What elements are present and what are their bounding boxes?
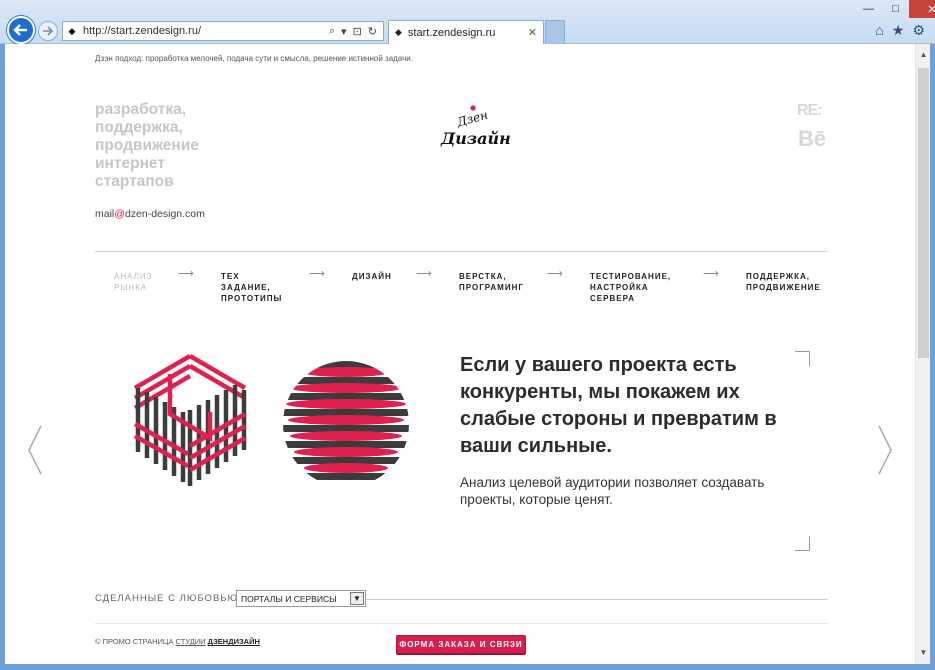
favorites-star-icon[interactable]: ★ <box>892 22 905 39</box>
chevron-down-icon[interactable]: ▼ <box>350 592 364 605</box>
step-label: СЕРВЕРА <box>590 294 635 303</box>
step-label: ПРОГРАМИНГ <box>459 283 524 292</box>
slide-subheading: Анализ целевой аудитории позволяет созда… <box>460 475 765 507</box>
back-button[interactable] <box>7 16 35 44</box>
slide-illustration <box>130 352 410 497</box>
step-label: АНАЛИЗ <box>114 272 153 281</box>
home-icon[interactable]: ⌂ <box>875 22 883 39</box>
process-step[interactable]: ПОДДЕРЖКА, ПРОДВИЖЕНИЕ <box>746 271 866 293</box>
divider <box>95 623 828 624</box>
striped-sphere-icon <box>283 361 409 487</box>
order-form-button[interactable]: ФОРМА ЗАКАЗА И СВЯЗИ <box>396 635 526 654</box>
process-step[interactable]: ТЕСТИРОВАНИЕ, НАСТРОЙКА СЕРВЕРА <box>590 271 710 304</box>
step-arrow-icon: ⟶ <box>178 268 194 280</box>
browser-chrome: ◆ http://start.zendesign.ru/ ⌕ ▾ ⊡ ↻ ◆ s… <box>0 0 935 44</box>
window-frame <box>0 664 935 670</box>
scroll-thumb[interactable] <box>918 68 929 358</box>
site-logo[interactable]: Дзен Дизайн <box>437 102 517 157</box>
slider-next-button[interactable] <box>877 424 893 481</box>
arrow-right-icon <box>43 26 54 36</box>
address-url[interactable]: http://start.zendesign.ru/ <box>79 25 329 37</box>
hero-line: интернет <box>95 155 165 172</box>
divider <box>366 599 828 600</box>
tab-close-icon[interactable]: ✕ <box>528 26 543 39</box>
arrow-left-icon <box>13 24 27 36</box>
slide-heading: Если у вашего проекта есть конкуренты, м… <box>460 354 777 457</box>
chevron-right-icon <box>878 425 892 475</box>
step-label: ПРОДВИЖЕНИЕ <box>746 283 821 292</box>
footer-prefix: © ПРОМО СТРАНИЦА <box>95 637 176 646</box>
slider-prev-button[interactable] <box>27 424 43 481</box>
compat-view-icon[interactable]: ⊡ <box>353 25 362 38</box>
behance-icon[interactable]: Bē <box>798 126 826 152</box>
toolbar-icons: ⌂ ★ ⚙ <box>875 22 925 39</box>
hero-line: поддержка, <box>95 119 183 136</box>
step-label: ПРОТОТИПЫ <box>221 294 283 303</box>
logo-text-bottom: Дизайн <box>440 129 511 148</box>
email-domain: dzen-design.com <box>124 208 205 220</box>
hero-line: разработка, <box>95 101 187 118</box>
tab-title: start.zendesign.ru <box>407 26 496 39</box>
brand-link[interactable]: ДЗЕНДИЗАЙН <box>208 637 260 646</box>
step-arrow-icon: ⟶ <box>547 268 563 280</box>
refresh-icon[interactable]: ↻ <box>368 25 377 38</box>
scroll-down-icon[interactable]: ▼ <box>916 646 931 660</box>
striped-cube-icon <box>133 354 247 486</box>
process-step[interactable]: ДИЗАЙН <box>352 271 472 282</box>
logo-text-top: Дзен <box>455 108 490 130</box>
scroll-up-icon[interactable]: ▲ <box>916 48 931 62</box>
vertical-scrollbar[interactable]: ▲ ▼ <box>915 44 930 664</box>
select-value: ПОРТАЛЫ И СЕРВИСЫ <box>241 593 337 604</box>
site-shield-icon: ◆ <box>68 25 76 36</box>
hero-line: продвижение <box>95 137 199 154</box>
step-label: ПОДДЕРЖКА, <box>746 272 810 281</box>
email-at: @ <box>114 208 125 220</box>
step-arrow-icon: ⟶ <box>309 268 325 280</box>
chevron-left-icon <box>28 425 42 475</box>
gear-icon[interactable]: ⚙ <box>912 22 925 39</box>
address-bar[interactable]: ◆ http://start.zendesign.ru/ ⌕ ▾ ⊡ ↻ <box>62 21 384 41</box>
step-label: РЫНКА <box>114 283 148 292</box>
hero-line: стартапов <box>95 173 174 190</box>
email-link[interactable]: mail@dzen-design.com <box>95 208 205 220</box>
process-step[interactable]: АНАЛИЗ РЫНКА <box>114 271 234 293</box>
minimize-button[interactable]: — <box>855 0 882 18</box>
tab-active[interactable]: ◆ start.zendesign.ru ✕ <box>388 20 544 44</box>
social-re-icon[interactable]: RE: <box>797 102 823 120</box>
forward-button[interactable] <box>38 21 58 41</box>
step-arrow-icon: ⟶ <box>703 268 719 280</box>
window-controls: — □ ✕ <box>855 0 935 18</box>
portfolio-label: СДЕЛАННЫЕ С ЛЮБОВЬЮ <box>95 593 239 604</box>
page-viewport: Дзэн подход: проработка мелочей, подача … <box>5 44 915 664</box>
email-user: mail <box>95 208 115 220</box>
step-label: ДИЗАЙН <box>352 272 392 281</box>
tab-favicon-icon: ◆ <box>395 27 402 37</box>
close-button[interactable]: ✕ <box>909 0 935 18</box>
step-label: ТЕСТИРОВАНИЕ, <box>590 272 672 281</box>
footer-credit: © ПРОМО СТРАНИЦА СТУДИИ ДЗЕНДИЗАЙН <box>95 637 260 646</box>
studio-link[interactable]: СТУДИИ <box>176 637 206 646</box>
dropdown-icon[interactable]: ▾ <box>341 25 347 38</box>
tagline: Дзэн подход: проработка мелочей, подача … <box>95 54 413 63</box>
corner-decoration <box>795 351 810 366</box>
step-arrow-icon: ⟶ <box>416 268 432 280</box>
maximize-button[interactable]: □ <box>882 0 909 18</box>
divider <box>95 251 828 252</box>
step-label: ЗАДАНИЕ, <box>221 283 271 292</box>
step-label: НАСТРОЙКА <box>590 283 649 292</box>
hero-text: разработка, поддержка, продвижение интер… <box>95 101 235 191</box>
new-tab-button[interactable] <box>545 20 565 44</box>
portfolio-category-select[interactable]: ПОРТАЛЫ И СЕРВИСЫ ▼ <box>236 590 366 607</box>
search-icon[interactable]: ⌕ <box>329 25 335 38</box>
corner-decoration <box>795 536 810 551</box>
